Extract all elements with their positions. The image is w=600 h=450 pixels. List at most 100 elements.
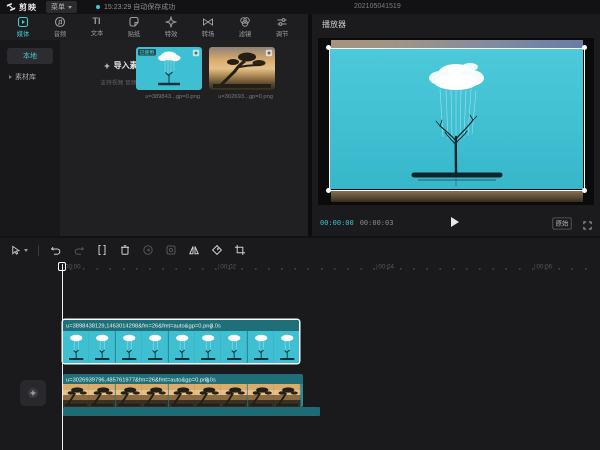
play-button[interactable] bbox=[448, 215, 462, 229]
selection-handle-bottom-left[interactable] bbox=[326, 188, 331, 193]
capcut-logo-icon bbox=[6, 2, 16, 12]
sidebar-item-library[interactable]: 素材库 bbox=[7, 72, 53, 82]
tab-transition-label: 转场 bbox=[201, 29, 214, 38]
media-panel: 媒体 音频 TI 文本 bbox=[0, 14, 308, 236]
filmstrip-frame bbox=[169, 331, 195, 363]
tab-filter-label: 滤镜 bbox=[238, 29, 251, 38]
tab-media[interactable]: 媒体 bbox=[4, 14, 41, 40]
tab-text[interactable]: TI 文本 bbox=[78, 14, 115, 40]
selection-handle-bottom-right[interactable] bbox=[582, 188, 587, 193]
player-panel: 播放器 bbox=[312, 14, 600, 236]
filmstrip-frame bbox=[89, 331, 115, 363]
filmstrip-frame bbox=[248, 384, 274, 407]
sticker-icon bbox=[128, 16, 140, 28]
ruler-label-0: 00:00 bbox=[65, 263, 81, 270]
menu-button[interactable]: 菜单 bbox=[46, 1, 77, 13]
tab-filter[interactable]: 滤镜 bbox=[226, 14, 263, 40]
filmstrip-frame bbox=[89, 384, 115, 407]
total-duration: 00:00:03 bbox=[360, 219, 394, 227]
delete-button[interactable] bbox=[118, 243, 132, 257]
clip-2-header: u=3026939796,485761977&fm=26&fmt=auto&gp… bbox=[63, 374, 303, 384]
fullscreen-button[interactable] bbox=[583, 217, 592, 235]
ruler-label-1: |00:02 bbox=[218, 263, 236, 270]
clip-2-filmstrip bbox=[63, 384, 303, 407]
redo-button[interactable] bbox=[72, 243, 86, 257]
text-icon: TI bbox=[93, 16, 101, 27]
rotate-button[interactable] bbox=[210, 243, 224, 257]
used-badge: 已使用 bbox=[138, 49, 156, 56]
tab-effects[interactable]: 特效 bbox=[152, 14, 189, 40]
asset-thumbnail-1: 已使用 bbox=[136, 47, 202, 90]
play-icon bbox=[451, 217, 459, 227]
asset-filename-1: u=389843...gp=0.png bbox=[145, 93, 193, 99]
filmstrip-frame bbox=[116, 331, 142, 363]
ruler-label-2: |00:04 bbox=[376, 263, 394, 270]
clip-1-duration: 3.0s bbox=[210, 322, 221, 328]
add-to-track-icon[interactable] bbox=[192, 49, 200, 57]
playhead-handle[interactable] bbox=[58, 262, 66, 271]
aspect-ratio-button[interactable]: 原始 bbox=[552, 218, 571, 230]
transition-icon bbox=[202, 16, 214, 28]
add-to-track-icon[interactable] bbox=[265, 49, 273, 57]
selection-handle-top-left[interactable] bbox=[326, 45, 331, 50]
timeline-clip-2[interactable]: u=3026939796,485761977&fm=26&fmt=auto&gp… bbox=[63, 374, 303, 407]
asset-card-1[interactable]: 已使用 u=389843...gp=0.png bbox=[136, 47, 202, 102]
underlying-image-bottom bbox=[331, 190, 583, 202]
preview-viewport bbox=[318, 38, 594, 205]
chevron-down-icon bbox=[24, 249, 28, 252]
timeline-ruler[interactable]: 00:00 |00:02 |00:04 |00:06 bbox=[0, 262, 600, 275]
split-button[interactable] bbox=[95, 243, 109, 257]
timeline-clip-1[interactable]: u=3898438129,1463014298&fm=26&fmt=auto&g… bbox=[63, 320, 299, 363]
clip-1-header: u=3898438129,1463014298&fm=26&fmt=auto&g… bbox=[63, 320, 299, 331]
crop-button[interactable] bbox=[233, 243, 247, 257]
filmstrip-frame bbox=[274, 331, 299, 363]
tab-audio[interactable]: 音频 bbox=[41, 14, 78, 40]
sidebar-item-local[interactable]: 本地 bbox=[7, 48, 53, 64]
add-media-button[interactable] bbox=[20, 380, 46, 406]
app-name: 剪映 bbox=[19, 2, 37, 13]
media-sidebar: 本地 素材库 bbox=[0, 40, 60, 236]
filmstrip-frame bbox=[63, 331, 89, 363]
asset-card-2[interactable]: u=302693...gp=0.png bbox=[209, 47, 275, 102]
playhead-line bbox=[62, 264, 63, 450]
reverse-button[interactable] bbox=[141, 243, 155, 257]
filmstrip-frame bbox=[248, 331, 274, 363]
clip-1-filmstrip bbox=[63, 331, 299, 363]
ruler-label-3: |00:06 bbox=[534, 263, 552, 270]
clip-1-label: u=3898438129,1463014298&fm=26&fmt=auto&g… bbox=[66, 322, 213, 328]
tab-effects-label: 特效 bbox=[164, 29, 177, 38]
tab-sticker[interactable]: 贴纸 bbox=[115, 14, 152, 40]
filmstrip-frame bbox=[195, 331, 221, 363]
main-row: 媒体 音频 TI 文本 bbox=[0, 14, 600, 236]
cursor-select-icon bbox=[8, 243, 22, 257]
media-icon bbox=[17, 16, 29, 28]
autosave-status: 15:23:29 自动保存成功 bbox=[96, 2, 175, 12]
filmstrip-frame bbox=[116, 384, 142, 407]
topbar: 剪映 菜单 15:23:29 自动保存成功 202105041519 bbox=[0, 0, 600, 14]
autosave-dot-icon bbox=[96, 5, 100, 9]
media-content: + 导入素材 支持视频 音频 图片 bbox=[60, 40, 308, 236]
project-name: 202105041519 bbox=[354, 3, 401, 10]
freeze-frame-button[interactable] bbox=[164, 243, 178, 257]
tab-audio-label: 音频 bbox=[53, 29, 66, 38]
timeline-section: 00:00 |00:02 |00:04 |00:06 u=3898438129,… bbox=[0, 238, 600, 450]
tab-adjust[interactable]: 调节 bbox=[263, 14, 300, 40]
tab-transition[interactable]: 转场 bbox=[189, 14, 226, 40]
tab-sticker-label: 贴纸 bbox=[127, 29, 140, 38]
tab-adjust-label: 调节 bbox=[275, 29, 288, 38]
ruler-tick-dots bbox=[70, 268, 596, 270]
player-controls: 00:00:00 00:00:03 原始 bbox=[312, 210, 600, 236]
mirror-button[interactable] bbox=[187, 243, 201, 257]
effects-icon bbox=[165, 16, 177, 28]
fullscreen-icon bbox=[583, 221, 592, 230]
selected-clip-preview[interactable] bbox=[329, 48, 585, 191]
chevron-down-icon bbox=[68, 6, 72, 9]
menu-label: 菜单 bbox=[51, 2, 65, 12]
select-tool-button[interactable] bbox=[8, 243, 28, 257]
sidebar-library-label: 素材库 bbox=[15, 72, 36, 82]
track-2-color-bar[interactable] bbox=[63, 407, 320, 416]
selection-handle-top-right[interactable] bbox=[582, 45, 587, 50]
undo-button[interactable] bbox=[49, 243, 63, 257]
plus-icon: + bbox=[104, 61, 109, 71]
filmstrip-frame bbox=[221, 384, 247, 407]
